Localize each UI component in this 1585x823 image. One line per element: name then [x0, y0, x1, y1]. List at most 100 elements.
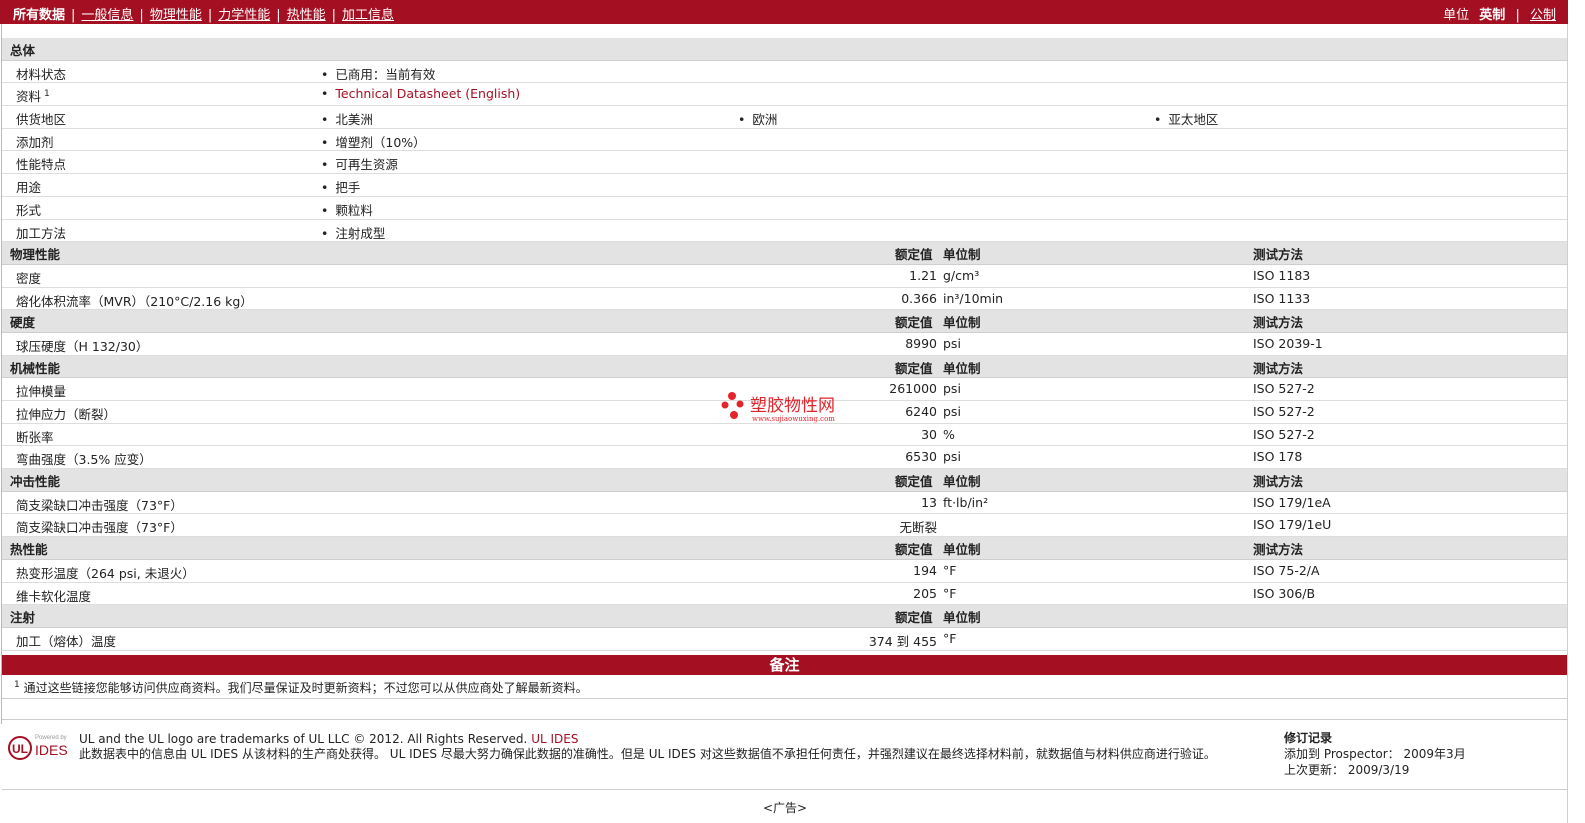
footnote-text: 通过这些链接您能够访问供应商资料。我们尽量保证及时更新资料；不过您可以从供应商处…	[23, 681, 588, 695]
property-row: 加工（熔体）温度 374 到 455 °F	[2, 628, 1567, 651]
section-title: 总体	[10, 43, 36, 58]
property-row: 材料状态 已商用：当前有效	[2, 61, 1567, 84]
revision-title: 修订记录	[1284, 731, 1333, 745]
col-header-nominal: 额定值	[895, 542, 933, 558]
col-header-nominal: 额定值	[895, 247, 933, 263]
page-right-border	[1567, 24, 1568, 823]
test-method: ISO 179/1eU	[1253, 517, 1332, 533]
section-title: 注射	[10, 610, 36, 626]
watermark-dots-icon: 塑胶物性网 www.sujiaowuxing.com	[721, 392, 835, 423]
datasheet-link[interactable]: Technical Datasheet (English)	[321, 86, 520, 101]
nav-separator: |	[71, 8, 76, 23]
property-label-text: 加工方法	[16, 225, 67, 241]
property-unit: psi	[943, 404, 961, 419]
footnote-ref: 1	[44, 89, 50, 100]
property-row: 弯曲强度（3.5% 应变） 6530 psi ISO 178	[2, 446, 1567, 470]
footer-text: UL and the UL logo are trademarks of UL …	[79, 732, 1269, 762]
trademark-line: UL and the UL logo are trademarks of UL …	[79, 732, 1269, 747]
property-unit: psi	[943, 449, 961, 465]
col-header-method: 测试方法	[1253, 315, 1304, 331]
col-header-unit: 单位制	[943, 360, 981, 376]
property-row: 热变形温度（264 psi, 未退火） 194 °F ISO 75-2/A	[2, 560, 1567, 583]
watermark: 塑胶物性网 www.sujiaowuxing.com	[720, 390, 860, 426]
ad-placeholder: <广告>	[763, 801, 808, 815]
divider	[2, 789, 1567, 790]
property-value: 已商用：当前有效	[321, 64, 435, 83]
property-unit: °F	[943, 630, 957, 646]
nav-item[interactable]: 一般信息	[81, 8, 133, 23]
nav-item[interactable]: 热性能	[287, 8, 326, 23]
property-label: 弯曲强度（3.5% 应变）	[16, 452, 152, 468]
property-row: 形式 颗粒料	[2, 197, 1567, 220]
property-value: 1.21	[909, 267, 937, 283]
section-title: 冲击性能	[10, 474, 61, 490]
logo-ul-text: UL	[12, 742, 28, 756]
test-method: ISO 306/B	[1253, 585, 1316, 601]
property-value: 可再生资源	[321, 154, 398, 173]
property-label: 加工方法	[16, 223, 66, 242]
property-value: 6240	[905, 404, 937, 419]
section-title: 物理性能	[10, 247, 61, 263]
section-header: 物理性能 额定值 单位制 测试方法	[2, 242, 1567, 265]
unit-imperial-active: 英制	[1479, 8, 1506, 23]
col-header-unit: 单位制	[943, 474, 981, 490]
property-value: 8990	[905, 335, 937, 351]
property-label-text: 供货地区	[16, 112, 67, 128]
nav-item[interactable]: 力学性能	[218, 8, 270, 23]
property-label: 简支梁缺口冲击强度（73°F）	[16, 497, 183, 513]
property-row: 供货地区 北美洲 欧洲 亚太地区	[2, 106, 1567, 129]
section-header: 注射 额定值 单位制	[2, 605, 1567, 628]
unit-switcher: 单位 英制 | 公制	[1437, 4, 1556, 23]
property-label: 简支梁缺口冲击强度（73°F）	[16, 520, 183, 536]
disclaimer-part: UL IDES	[648, 747, 696, 761]
property-label: 资料 1	[16, 86, 50, 105]
nav-separator: |	[276, 8, 281, 23]
col-header-method: 测试方法	[1253, 360, 1304, 376]
col-header-nominal: 额定值	[895, 610, 933, 626]
top-nav-bar: 所有数据 | 一般信息 | 物理性能 | 力学性能 | 热性能 | 加工信息 单位 英制 | 公制	[0, 0, 1568, 24]
property-label-text: 形式	[16, 202, 42, 218]
ul-ides-logo: UL Powered by IDES	[7, 731, 71, 763]
section-nav: 所有数据 | 一般信息 | 物理性能 | 力学性能 | 热性能 | 加工信息	[13, 4, 400, 23]
notes-header: 备注	[2, 655, 1567, 675]
test-method: ISO 527-2	[1253, 381, 1315, 397]
property-label: 性能特点	[16, 154, 66, 173]
watermark-text: 塑胶物性网	[750, 396, 835, 416]
property-unit: %	[943, 426, 955, 442]
property-value: 注射成型	[321, 223, 385, 242]
test-method: ISO 75-2/A	[1253, 562, 1320, 578]
revision-updated: 上次更新： 2009/3/19	[1284, 762, 1466, 778]
property-label: 密度	[16, 270, 42, 286]
property-row: 性能特点 可再生资源	[2, 151, 1567, 175]
ul-ides-link[interactable]: UL IDES	[531, 732, 578, 746]
unit-metric-link[interactable]: 公制	[1530, 8, 1556, 23]
nav-item: 所有数据	[13, 8, 66, 23]
property-label-text: 添加剂	[16, 134, 54, 150]
property-row: 简支梁缺口冲击强度（73°F） 13 ft·lb/in² ISO 179/1eA	[2, 492, 1567, 515]
col-header-unit: 单位制	[943, 247, 981, 263]
property-row: 添加剂 增塑剂（10%）	[2, 129, 1567, 152]
property-value: 30	[921, 426, 937, 442]
nav-item[interactable]: 加工信息	[342, 8, 394, 23]
property-row: 熔化体积流率（MVR）（210°C/2.16 kg） 0.366 in³/10min…	[2, 288, 1567, 311]
property-row: 密度 1.21 g/cm³ ISO 1183	[2, 265, 1567, 288]
property-value: 205	[913, 585, 937, 601]
property-value: 颗粒料	[321, 200, 373, 219]
test-method: ISO 527-2	[1253, 404, 1315, 419]
property-label: 拉伸应力（断裂）	[16, 407, 117, 422]
property-value: 13	[921, 494, 937, 510]
property-value: 无断裂	[899, 520, 937, 536]
test-method: ISO 1183	[1253, 267, 1311, 283]
property-value: 北美洲	[321, 109, 373, 128]
property-label-text: 用途	[16, 180, 42, 196]
disclaimer: 此数据表中的信息由 UL IDES 从该材料的生产商处获得。 UL IDES 尽…	[79, 747, 1269, 762]
nav-separator: |	[331, 8, 337, 23]
property-value: 欧洲	[738, 109, 777, 128]
revision-added: 添加到 Prospector： 2009年3月	[1284, 746, 1466, 762]
nav-item[interactable]: 物理性能	[150, 8, 202, 23]
section-title: 硬度	[10, 315, 36, 331]
footnote: 1 通过这些链接您能够访问供应商资料。我们尽量保证及时更新资料；不过您可以从供应…	[14, 679, 588, 696]
property-label: 形式	[16, 200, 41, 219]
property-row: 球压硬度（H 132/30） 8990 psi ISO 2039-1	[2, 333, 1567, 356]
test-method: ISO 179/1eA	[1253, 494, 1331, 510]
